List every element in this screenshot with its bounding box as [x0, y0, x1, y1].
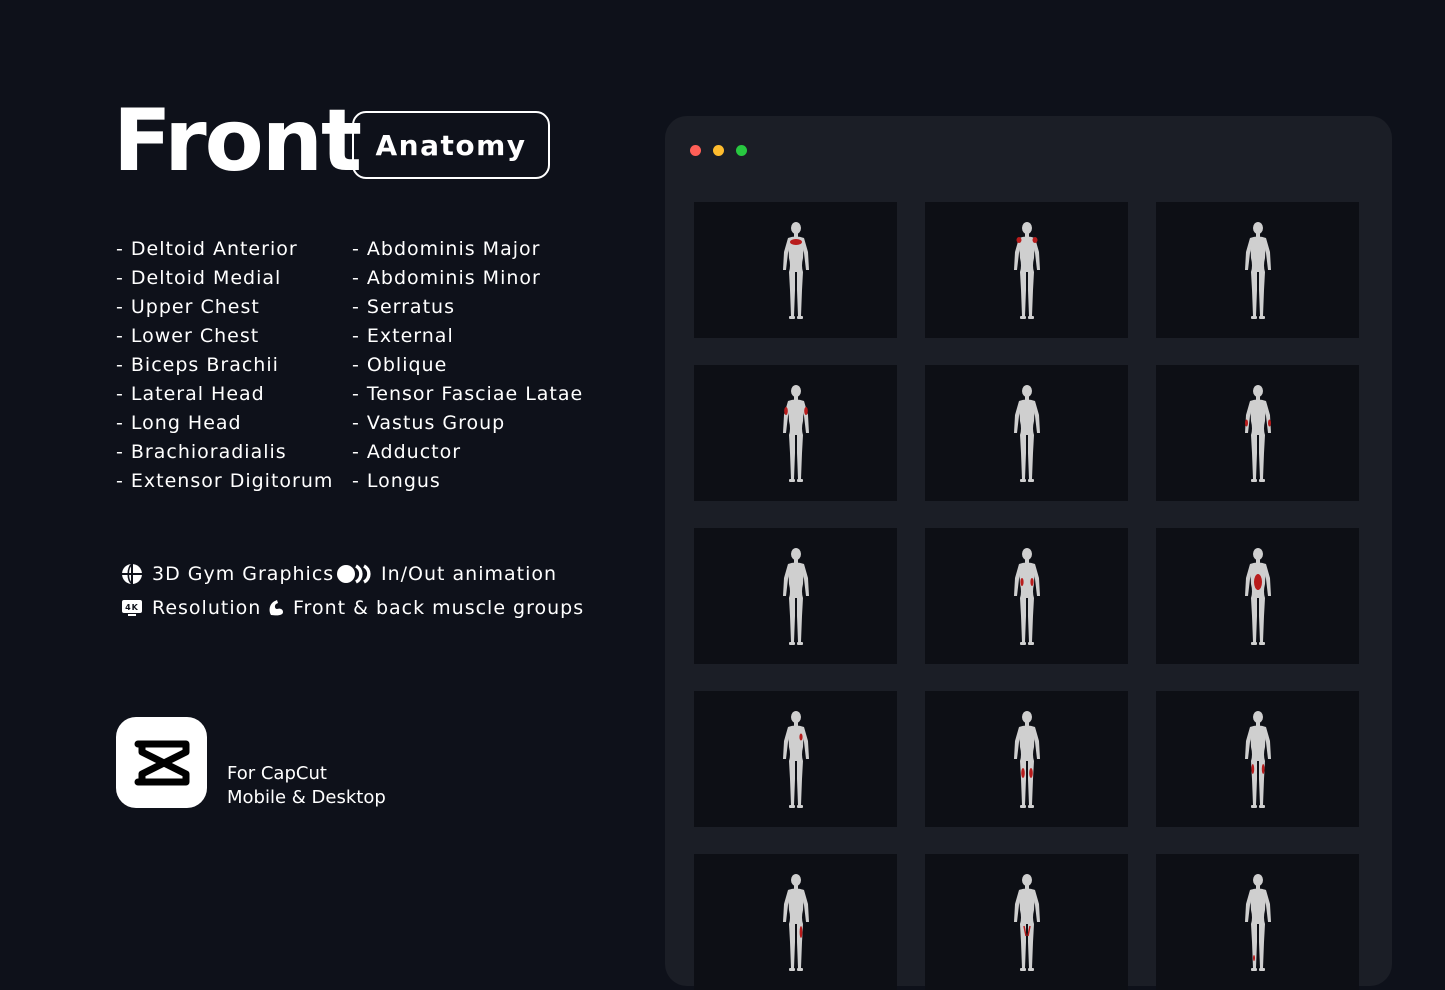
muscle-list-right: - Abdominis Major - Abdominis Minor - Se…	[352, 236, 583, 497]
preview-window	[665, 116, 1392, 990]
anatomy-figure	[782, 711, 809, 808]
muscle-item: - Deltoid Anterior	[116, 238, 298, 260]
feature-muscle-groups: Front & back muscle groups	[268, 597, 584, 619]
preview-tile[interactable]	[694, 854, 897, 990]
anatomy-figure	[1013, 874, 1040, 971]
muscle-item: - Lateral Head	[116, 383, 265, 405]
muscle-item: - External	[352, 325, 454, 347]
feature-3d-graphics: 3D Gym Graphics	[121, 563, 334, 585]
feature-label: Resolution	[152, 597, 262, 619]
preview-tile[interactable]	[694, 202, 897, 338]
4k-icon: 4K	[122, 600, 142, 616]
anatomy-figure	[782, 548, 809, 645]
feature-resolution: 4K Resolution	[121, 597, 261, 619]
muscle-item: - Tensor Fasciae Latae	[352, 383, 584, 405]
preview-tile[interactable]	[925, 365, 1128, 501]
capcut-logo-icon	[134, 740, 189, 785]
anatomy-figure	[1013, 548, 1040, 645]
anatomy-figure	[1013, 711, 1040, 808]
muscle-item: - Long Head	[116, 412, 242, 434]
preview-tile[interactable]	[694, 691, 897, 827]
preview-tile[interactable]	[694, 528, 897, 664]
preview-tile[interactable]	[1156, 365, 1359, 501]
muscle-item: - Oblique	[352, 354, 448, 376]
close-dot[interactable]	[690, 145, 701, 156]
preview-tile[interactable]	[1156, 202, 1359, 338]
muscle-item: - Biceps Brachii	[116, 354, 279, 376]
muscle-item: - Abdominis Minor	[352, 267, 541, 289]
muscle-item: - Vastus Group	[352, 412, 506, 434]
preview-tile[interactable]	[925, 854, 1128, 990]
feature-animation: In/Out animation	[336, 563, 557, 585]
capcut-logo	[116, 717, 207, 808]
muscle-item: - Deltoid Medial	[116, 267, 282, 289]
circles-icon	[337, 564, 371, 584]
muscle-item: - Serratus	[352, 296, 455, 318]
anatomy-figure	[1244, 711, 1271, 808]
capcut-line-1: For CapCut	[227, 763, 327, 784]
feature-label: Front & back muscle groups	[293, 597, 585, 619]
anatomy-figure	[782, 874, 809, 971]
feature-label: 3D Gym Graphics	[152, 563, 335, 585]
flexed-bicep-icon	[269, 600, 283, 616]
anatomy-figure	[1013, 222, 1040, 319]
anatomy-figure	[782, 385, 809, 482]
4k-badge-text: 4K	[125, 603, 139, 612]
maximize-dot[interactable]	[736, 145, 747, 156]
anatomy-figure	[1244, 222, 1271, 319]
muscle-item: - Lower Chest	[116, 325, 260, 347]
muscle-item: - Adductor	[352, 441, 462, 463]
preview-tile[interactable]	[925, 202, 1128, 338]
muscle-list-left: - Deltoid Anterior - Deltoid Medial - Up…	[116, 236, 333, 497]
feature-label: In/Out animation	[381, 563, 558, 585]
minimize-dot[interactable]	[713, 145, 724, 156]
capcut-caption: For CapCut Mobile & Desktop	[227, 762, 386, 810]
preview-tile[interactable]	[694, 365, 897, 501]
preview-tile[interactable]	[1156, 528, 1359, 664]
page-title: Front	[113, 91, 362, 191]
capcut-line-2: Mobile & Desktop	[227, 787, 386, 808]
muscle-item: - Upper Chest	[116, 296, 260, 318]
globe-icon	[122, 563, 142, 585]
preview-tile[interactable]	[925, 528, 1128, 664]
preview-tile[interactable]	[1156, 691, 1359, 827]
anatomy-figure	[1013, 385, 1040, 482]
muscle-item: - Longus	[352, 470, 441, 492]
anatomy-figure	[782, 222, 809, 319]
anatomy-figure	[1244, 548, 1271, 645]
anatomy-figure	[1244, 385, 1271, 482]
muscle-item: - Abdominis Major	[352, 238, 541, 260]
anatomy-figure	[1244, 874, 1271, 971]
preview-tile[interactable]	[1156, 854, 1359, 990]
preview-tile[interactable]	[925, 691, 1128, 827]
anatomy-badge: Anatomy	[352, 111, 550, 179]
muscle-item: - Brachioradialis	[116, 441, 287, 463]
muscle-item: - Extensor Digitorum	[116, 470, 334, 492]
